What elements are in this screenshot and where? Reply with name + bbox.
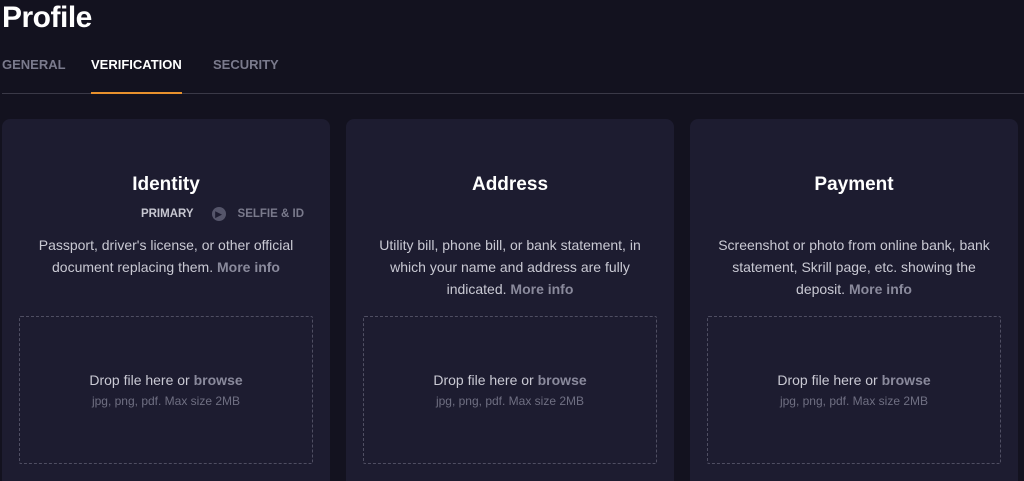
step-selfie-id: SELFIE & ID bbox=[237, 208, 304, 220]
drop-label: Drop file here or bbox=[777, 372, 878, 388]
chevron-right-icon: ▶ bbox=[211, 207, 226, 221]
file-hint: jpg, png, pdf. Max size 2MB bbox=[91, 394, 241, 408]
drop-text: Drop file here or browse bbox=[708, 372, 1000, 388]
drop-text: Drop file here or browse bbox=[20, 372, 312, 388]
identity-steps: PRIMARY ▶ SELFIE & ID bbox=[141, 207, 304, 221]
browse-link[interactable]: browse bbox=[194, 372, 243, 388]
file-dropzone[interactable]: Drop file here or browse jpg, png, pdf. … bbox=[19, 316, 313, 464]
card-title: Address bbox=[471, 174, 549, 195]
payment-card: Payment Screenshot or photo from online … bbox=[690, 119, 1018, 481]
more-info-link[interactable]: More info bbox=[217, 259, 280, 275]
tab-general[interactable]: GENERAL bbox=[2, 57, 66, 93]
profile-tabs: GENERAL VERIFICATION SECURITY bbox=[2, 57, 1024, 94]
profile-page: Profile GENERAL VERIFICATION SECURITY Id… bbox=[0, 0, 1024, 481]
tab-security[interactable]: SECURITY bbox=[213, 57, 279, 93]
card-description: Utility bill, phone bill, or bank statem… bbox=[366, 234, 654, 300]
step-primary: PRIMARY bbox=[140, 208, 194, 220]
card-title: Payment bbox=[814, 174, 894, 195]
file-hint: jpg, png, pdf. Max size 2MB bbox=[435, 394, 585, 408]
browse-link[interactable]: browse bbox=[538, 372, 587, 388]
card-description: Passport, driver's license, or other off… bbox=[22, 234, 310, 278]
more-info-link[interactable]: More info bbox=[510, 281, 573, 297]
card-description: Screenshot or photo from online bank, ba… bbox=[710, 234, 998, 300]
more-info-link[interactable]: More info bbox=[849, 281, 912, 297]
drop-text: Drop file here or browse bbox=[364, 372, 656, 388]
page-title: Profile bbox=[2, 1, 92, 34]
address-card: Address Utility bill, phone bill, or ban… bbox=[346, 119, 674, 481]
file-dropzone[interactable]: Drop file here or browse jpg, png, pdf. … bbox=[363, 316, 657, 464]
file-dropzone[interactable]: Drop file here or browse jpg, png, pdf. … bbox=[707, 316, 1001, 464]
card-title: Identity bbox=[132, 174, 200, 195]
file-hint: jpg, png, pdf. Max size 2MB bbox=[779, 394, 929, 408]
drop-label: Drop file here or bbox=[89, 372, 190, 388]
drop-label: Drop file here or bbox=[433, 372, 534, 388]
tab-verification[interactable]: VERIFICATION bbox=[91, 57, 182, 94]
identity-card: Identity PRIMARY ▶ SELFIE & ID Passport,… bbox=[2, 119, 330, 481]
browse-link[interactable]: browse bbox=[882, 372, 931, 388]
